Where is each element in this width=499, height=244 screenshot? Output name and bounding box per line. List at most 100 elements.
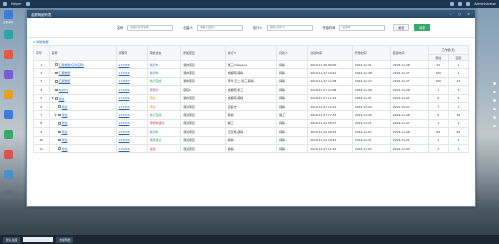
message-icon[interactable] xyxy=(450,2,455,6)
task-name-link[interactable]: 汇报数据 xyxy=(59,71,71,75)
cell-est: 1 xyxy=(427,85,449,95)
task-name-link[interactable]: 测试 xyxy=(62,147,68,151)
task-name-link[interactable]: 汇报数据 xyxy=(59,79,71,83)
task-name-link[interactable]: 测试 xyxy=(59,97,65,101)
dock-item[interactable] xyxy=(0,130,16,146)
start-date-input[interactable] xyxy=(339,24,386,31)
app-icon[interactable] xyxy=(3,150,13,159)
cell-flow-no[interactable]: 123456 xyxy=(115,101,148,112)
app-icon[interactable] xyxy=(3,110,13,119)
app-icon[interactable] xyxy=(3,190,13,199)
close-icon[interactable]: ✕ xyxy=(466,12,471,16)
name-input[interactable] xyxy=(127,24,174,31)
col-no[interactable]: 流程号 xyxy=(115,45,148,61)
settings-icon[interactable] xyxy=(458,2,463,6)
cell-start: 2019-11-28 xyxy=(351,110,391,120)
app-icon[interactable] xyxy=(3,70,13,79)
user-name[interactable]: Administrator xyxy=(474,2,496,6)
dock-item[interactable]: 应用市场 xyxy=(0,10,16,26)
cell-executor: 韩梅 xyxy=(224,110,278,120)
cell-name[interactable]: 汇报数据 xyxy=(48,68,117,78)
cell-flow-no[interactable]: 123456 xyxy=(115,135,148,145)
dock-item[interactable] xyxy=(0,90,16,106)
dock-item[interactable] xyxy=(0,150,16,166)
app-icon[interactable] xyxy=(3,30,13,39)
cell-flow-no[interactable]: 123456 xyxy=(115,118,148,129)
table-row[interactable]: 4 Test01 123456 审核中 项目2 成都吧,张三 韩梅 2019-11-27 14… xyxy=(33,85,470,95)
taskbar-window-button[interactable]: 金额明细 xyxy=(56,236,74,243)
folder-icon xyxy=(54,80,58,83)
table-row[interactable]: 6 测试 123456 待办 测试项目 吕振杰 韩梅 2019-11-27 12:12 2019… xyxy=(33,101,470,112)
dock-item[interactable] xyxy=(0,110,16,126)
cell-name[interactable]: 测试 xyxy=(48,118,117,129)
expand-toggle-icon[interactable]: ▼ xyxy=(55,114,57,117)
expand-toggle-icon[interactable]: ▼ xyxy=(52,97,54,100)
table-row[interactable]: 7 ▼ 测试 123456 执行完成 测试项目 韩梅 魏工 2019-11-27 17:53 20… xyxy=(33,110,470,120)
app-icon[interactable] xyxy=(3,10,13,19)
task-name-link[interactable]: 测试 xyxy=(62,105,68,109)
refresh-link[interactable]: 刷新数据 xyxy=(37,40,49,44)
table-row[interactable]: 1 汇报数据(任务名称) 123456 执行中 我的项目 张三,lidayang 韩梅 201… xyxy=(33,59,470,70)
app-icon[interactable] xyxy=(3,90,13,99)
task-name-link[interactable]: 测试 xyxy=(62,121,68,125)
executor-input[interactable] xyxy=(266,24,313,31)
desktop-page-indicator[interactable] xyxy=(493,82,497,133)
col-start[interactable]: 开始时间 xyxy=(351,45,391,61)
col-name[interactable]: 名称 xyxy=(48,45,117,61)
cell-flow-no[interactable]: 123456 xyxy=(115,85,148,95)
user-avatar-icon[interactable] xyxy=(466,2,471,6)
table-row[interactable]: 9 测试 123456 执行中 测试项目 王定成,韩梅 韩梅 2019-11-22 09:33… xyxy=(33,127,470,137)
dock-item[interactable] xyxy=(0,50,16,66)
cell-name[interactable]: 测试 xyxy=(48,127,117,137)
search-button[interactable]: 搜索 xyxy=(414,24,431,31)
cell-name[interactable]: 测试 xyxy=(48,143,117,154)
col-executor[interactable]: 执行人 xyxy=(224,45,278,61)
cell-flow-no[interactable]: 123456 xyxy=(115,127,148,137)
col-type[interactable]: 所属项目 xyxy=(180,45,226,61)
cell-flow-no[interactable]: 123456 xyxy=(115,93,148,103)
task-name-link[interactable]: 测试 xyxy=(62,130,68,134)
cell-name[interactable]: 汇报数据(任务名称) xyxy=(48,59,117,70)
task-name-link[interactable]: 测试 xyxy=(62,113,68,117)
task-name-link[interactable]: Test01 xyxy=(59,88,68,92)
table-row[interactable]: 10 测试 123456 审核通过 测试项目 韩梅 韩梅 2019-11-22 10:42 20… xyxy=(33,135,470,145)
dock-item[interactable] xyxy=(0,70,16,86)
col-end[interactable]: 结束时间 xyxy=(389,45,429,61)
cell-flow-no[interactable]: 123456 xyxy=(115,68,148,78)
col-creator[interactable]: 创建人 xyxy=(276,45,309,61)
col-created[interactable]: 创建时间 xyxy=(307,45,353,61)
taskbar-search[interactable] xyxy=(23,237,54,242)
col-status[interactable]: 审批状态 xyxy=(146,45,182,61)
cell-name[interactable]: 测试 xyxy=(48,135,117,145)
table-row[interactable]: 11 测试 123456 失败 测试项目 韩梅 韩梅 2019-11-27 11:42 2019… xyxy=(33,143,470,154)
cell-name[interactable]: 测试 xyxy=(48,101,117,112)
dock-item[interactable] xyxy=(0,170,16,186)
app-icon[interactable] xyxy=(3,50,13,59)
cell-name[interactable]: ▼ 测试 xyxy=(48,110,117,120)
cell-flow-no[interactable]: 123456 xyxy=(115,143,148,154)
cell-name[interactable]: Test01 xyxy=(48,85,117,95)
reset-button[interactable]: 重置 xyxy=(393,24,410,31)
table-row[interactable]: 2 汇报数据 123456 执行中 我的项目 成都吧,韩梅 韩梅 2019-11-27 10:… xyxy=(33,68,470,78)
task-name-link[interactable]: 测试 xyxy=(62,138,68,142)
minimize-icon[interactable]: – xyxy=(448,12,453,16)
refresh-icon[interactable]: ⟳ xyxy=(33,40,36,44)
cell-flow-no[interactable]: 123456 xyxy=(115,59,148,70)
table-row[interactable]: 8 测试 123456 审核未通过 测试项目 魏工 韩梅 2019-11-22 08:37 20… xyxy=(33,118,470,129)
cell-name[interactable]: ▼ 测试 xyxy=(48,93,117,103)
cell-name[interactable]: 汇报数据 xyxy=(48,76,117,87)
app-icon[interactable] xyxy=(3,170,13,179)
creator-input[interactable] xyxy=(196,24,243,31)
table-row[interactable]: 3 汇报数据 112563 执行完成 我的项目 李华,王二,张三,韩梅 韩梅 2019-11-… xyxy=(33,76,470,87)
cell-flow-no[interactable]: 123456 xyxy=(115,110,148,120)
home-icon[interactable] xyxy=(25,2,30,6)
window-titlebar[interactable]: 金额明细列表 – ▢ ✕ xyxy=(27,10,475,18)
maximize-icon[interactable]: ▢ xyxy=(457,12,462,16)
app-icon[interactable] xyxy=(3,130,13,139)
dock-item[interactable] xyxy=(0,190,16,206)
table-row[interactable]: 5 ▼ 测试 123456 待办 我的项目 成都吧,韩梅 韩梅 2019-11-27 11:34… xyxy=(33,93,470,103)
task-name-link[interactable]: 汇报数据(任务名称) xyxy=(59,63,84,67)
start-button[interactable]: 默认桌面 xyxy=(3,236,21,243)
dock-item[interactable] xyxy=(0,30,16,46)
cell-flow-no[interactable]: 112563 xyxy=(115,76,148,87)
